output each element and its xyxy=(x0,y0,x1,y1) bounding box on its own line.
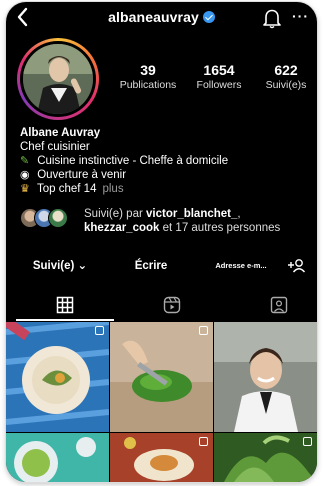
post-thumbnail[interactable] xyxy=(110,433,213,482)
mutual-avatar-3 xyxy=(48,208,68,228)
category: Chef cuisinier xyxy=(20,141,90,153)
following-button[interactable]: Suivi(e) ⌄ xyxy=(16,255,104,277)
multi-post-icon xyxy=(199,326,208,335)
tagged-icon[interactable] xyxy=(270,296,288,314)
mutual-user-1[interactable]: victor_blanchet_ xyxy=(146,208,237,220)
reels-icon[interactable] xyxy=(163,296,181,314)
post-thumbnail[interactable] xyxy=(214,433,317,482)
more-link[interactable]: plus xyxy=(102,183,123,195)
verified-badge-icon xyxy=(202,11,215,23)
herb-icon: ✎ xyxy=(20,155,30,167)
post-thumbnail[interactable] xyxy=(110,322,213,432)
posts-grid xyxy=(6,322,317,482)
more-options-icon[interactable]: ··· xyxy=(292,8,309,24)
followed-by[interactable]: Suivi(e) par victor_blanchet_, khezzar_c… xyxy=(20,206,312,236)
username: albaneauvray xyxy=(108,9,199,25)
action-buttons: Suivi(e) ⌄ Écrire Adresse e-m... xyxy=(16,255,312,277)
active-tab-indicator xyxy=(16,319,114,321)
story-ring[interactable] xyxy=(17,38,99,120)
multi-post-icon xyxy=(199,437,208,446)
profile-screen: albaneauvray ··· 39 Publications 1654 Fo… xyxy=(6,2,317,482)
message-button[interactable]: Écrire xyxy=(116,255,186,277)
grid-icon[interactable] xyxy=(56,296,74,314)
bio-line-2: ◉ Ouverture à venir xyxy=(20,169,127,181)
top-bar: albaneauvray ··· xyxy=(6,2,317,36)
following-count: 622 xyxy=(274,62,298,78)
stat-following[interactable]: 622 Suivi(e)s xyxy=(244,62,317,91)
bio-line-1: ✎ Cuisine instinctive - Cheffe à domicil… xyxy=(20,155,229,167)
mutual-user-2[interactable]: khezzar_cook xyxy=(84,222,159,234)
display-name: Albane Auvray xyxy=(20,127,101,139)
trophy-icon: ♛ xyxy=(20,183,30,195)
post-thumbnail[interactable] xyxy=(6,322,109,432)
eyes-icon: ◉ xyxy=(20,169,30,181)
bell-icon[interactable] xyxy=(262,7,282,29)
post-thumbnail[interactable] xyxy=(6,433,109,482)
bio-line-3: ♛ Top chef 14 plus xyxy=(20,183,124,195)
add-person-icon[interactable] xyxy=(284,255,310,277)
multi-post-icon xyxy=(95,326,104,335)
bio: Albane Auvray Chef cuisinier ✎ Cuisine i… xyxy=(20,126,310,196)
content-tabs xyxy=(6,292,317,322)
multi-post-icon xyxy=(303,437,312,446)
email-button[interactable]: Adresse e-m... xyxy=(208,255,274,277)
following-label: Suivi(e)s xyxy=(265,79,307,91)
post-thumbnail[interactable] xyxy=(214,322,317,432)
followed-by-text: Suivi(e) par victor_blanchet_, khezzar_c… xyxy=(84,208,281,234)
profile-avatar[interactable] xyxy=(23,44,93,114)
